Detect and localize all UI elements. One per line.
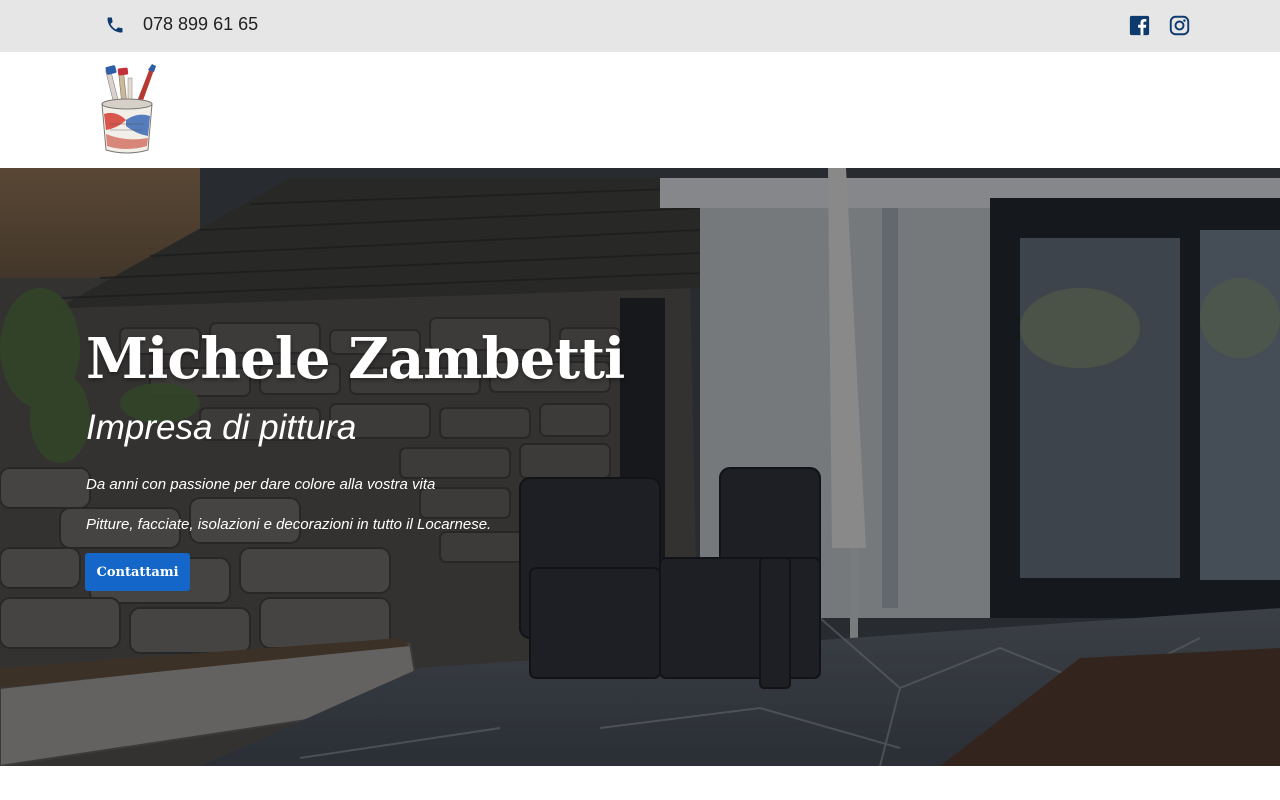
hero-tagline: Da anni con passione per dare colore all… xyxy=(86,476,436,493)
top-bar: 078 899 61 65 xyxy=(0,0,1280,52)
hero-overlay xyxy=(0,168,1280,766)
phone-icon xyxy=(105,15,125,35)
site-header xyxy=(0,52,1280,168)
social-links xyxy=(1129,15,1190,36)
hero-subtitle: Impresa di pittura xyxy=(86,408,357,447)
paint-bucket-logo[interactable] xyxy=(96,64,158,156)
phone-number: 078 899 61 65 xyxy=(143,14,259,34)
facebook-icon[interactable] xyxy=(1129,15,1150,36)
hero-title: Michele Zambetti xyxy=(86,326,625,392)
instagram-icon[interactable] xyxy=(1169,15,1190,36)
hero-services: Pitture, facciate, isolazioni e decorazi… xyxy=(86,516,492,533)
phone-link[interactable]: 078 899 61 65 xyxy=(105,14,258,35)
page-bottom xyxy=(0,766,1280,800)
contact-button[interactable]: Contattami xyxy=(85,553,190,591)
hero-section: Michele Zambetti Impresa di pittura Da a… xyxy=(0,168,1280,766)
